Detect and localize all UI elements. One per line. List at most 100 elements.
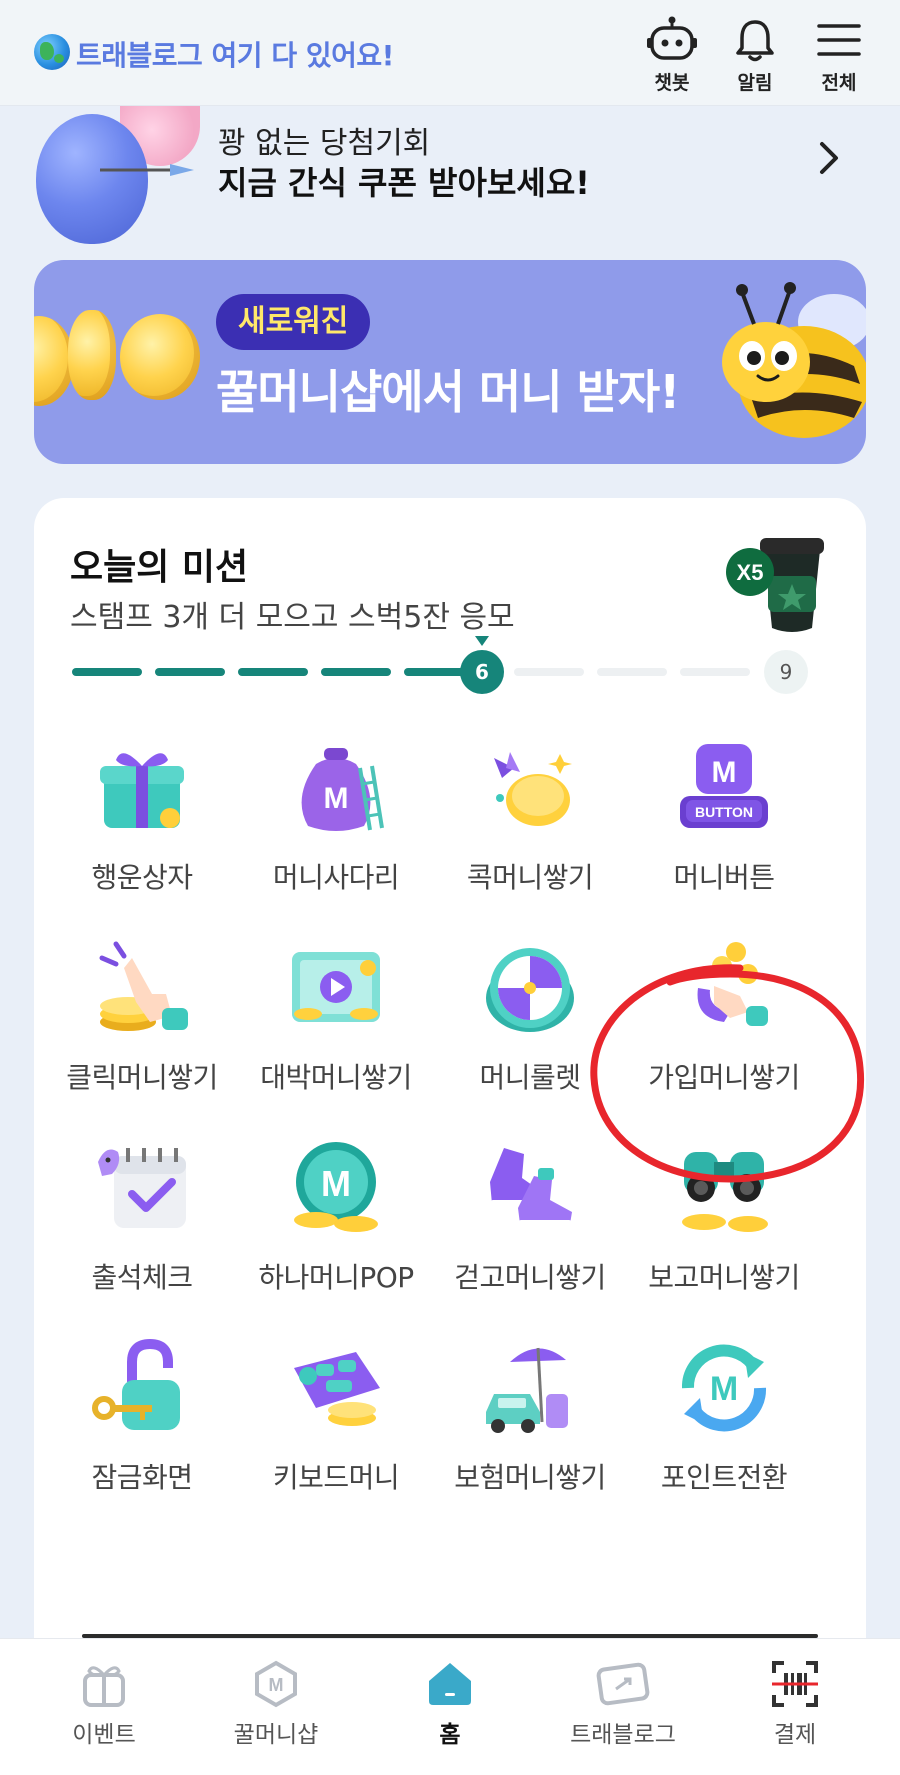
nav-payment-label: 결제	[773, 1722, 817, 1748]
honey-money-banner[interactable]: 새로워진 꿀머니샵에서 머니 받자!	[34, 260, 866, 464]
coin-poke-icon	[494, 752, 572, 826]
dart-icon	[100, 164, 194, 176]
nav-honey-money-shop[interactable]: M 꿀머니샵	[201, 1659, 351, 1749]
bee-mascot-icon	[722, 282, 866, 438]
nav-payment[interactable]: 결제	[720, 1659, 870, 1749]
video-coins-icon	[292, 952, 380, 1022]
mission-item-click-money[interactable]: 클릭머니쌓기	[45, 938, 239, 1128]
mission-item-label: 머니버튼	[673, 861, 775, 894]
mission-item-walk-money[interactable]: 걷고머니쌓기	[433, 1138, 627, 1328]
mission-item-label: 대박머니쌓기	[260, 1061, 412, 1094]
progress-segment-empty	[680, 668, 750, 676]
mission-item-signup-money[interactable]: 가입머니쌓기	[627, 938, 821, 1128]
nav-event-label: 이벤트	[72, 1722, 136, 1748]
mission-item-label: 콕머니쌓기	[466, 861, 594, 894]
mission-title: 오늘의 미션	[70, 547, 249, 588]
mission-subtitle: 스탬프 3개 더 모으고 스벅5잔 응모	[70, 600, 515, 635]
gift-icon	[83, 1666, 125, 1707]
mission-item-point-exchange[interactable]: M 포인트전환	[627, 1338, 821, 1528]
new-badge: 새로워진	[216, 294, 371, 350]
progress-segment-filled	[72, 668, 142, 676]
mission-item-money-roulette[interactable]: 머니룰렛	[433, 938, 627, 1128]
svg-text:M: M	[269, 1675, 284, 1695]
binoculars-icon	[682, 1152, 768, 1232]
mission-item-label: 걷고머니쌓기	[454, 1261, 606, 1294]
svg-text:M: M	[712, 756, 737, 789]
globe-icon	[34, 34, 70, 70]
sneakers-icon	[490, 1148, 572, 1228]
travel-card-icon	[596, 1662, 650, 1706]
bottom-navigation: 이벤트 M 꿀머니샵 홈 트래블로그 결제	[0, 1638, 900, 1775]
progress-segment-filled	[238, 668, 308, 676]
point-exchange-icon: M	[681, 1344, 767, 1432]
money-button-icon: M BUTTON	[680, 744, 768, 828]
keyboard-icon	[294, 1352, 380, 1426]
honey-banner-headline: 꿀머니샵에서 머니 받자!	[216, 365, 680, 419]
calendar-check-icon	[98, 1148, 186, 1228]
signup-coins-icon	[697, 942, 768, 1026]
barcode-scan-icon	[772, 1661, 818, 1707]
progress-current-node: 6	[460, 650, 504, 694]
roulette-icon	[486, 948, 574, 1032]
stamp-progress-bar: 6 9	[72, 636, 832, 698]
mission-item-keyboard-money[interactable]: 키보드머니	[239, 1338, 433, 1528]
mission-item-insurance-money[interactable]: 보험머니쌓기	[433, 1338, 627, 1528]
mission-item-label: 출석체크	[91, 1261, 193, 1294]
coin-icon	[120, 314, 200, 400]
bell-icon	[736, 20, 774, 62]
mission-item-label: 하나머니POP	[258, 1261, 414, 1294]
promo-line2: 지금 간식 쿠폰 받아보세요!	[218, 164, 590, 202]
mission-item-label: 보험머니쌓기	[454, 1461, 606, 1494]
mission-item-hana-money-pop[interactable]: M 하나머니POP	[239, 1138, 433, 1328]
nav-home-label: 홈	[439, 1722, 461, 1748]
svg-text:M: M	[321, 1163, 351, 1204]
money-bag-ladder-icon: M	[301, 748, 384, 831]
mission-item-label: 포인트전환	[660, 1461, 788, 1494]
mission-item-attendance[interactable]: 출석체크	[45, 1138, 239, 1328]
progress-goal-node: 9	[764, 650, 808, 694]
todays-mission-card: 오늘의 미션 스탬프 3개 더 모으고 스벅5잔 응모 X5 6 9 행운상자 …	[34, 498, 866, 1775]
balloon-icon	[36, 114, 148, 244]
mission-item-lucky-box[interactable]: 행운상자	[45, 738, 239, 928]
mission-item-jackpot-money[interactable]: 대박머니쌓기	[239, 938, 433, 1128]
nav-travelog[interactable]: 트래블로그	[548, 1659, 698, 1749]
mission-item-label: 행운상자	[91, 861, 193, 894]
svg-text:M: M	[710, 1370, 738, 1408]
click-hand-icon	[99, 941, 188, 1031]
mission-item-money-button[interactable]: M BUTTON 머니버튼	[627, 738, 821, 928]
notification-button[interactable]: 알림	[720, 16, 790, 95]
mission-item-label: 잠금화면	[91, 1461, 193, 1494]
chevron-right-icon	[820, 142, 838, 174]
coffee-cup-reward-icon: X5	[726, 538, 824, 632]
insurance-car-icon	[486, 1347, 568, 1433]
robot-icon	[647, 16, 697, 60]
chatbot-button[interactable]: 챗봇	[637, 16, 707, 95]
gift-box-icon	[100, 753, 184, 828]
top-bar: 트래블로그 여기 다 있어요! 챗봇 알림 전체	[0, 0, 900, 106]
progress-segment-empty	[514, 668, 584, 676]
coin-icon	[68, 310, 116, 400]
mission-item-label: 클릭머니쌓기	[66, 1061, 218, 1094]
mission-item-label: 키보드머니	[272, 1461, 400, 1494]
money-shop-icon: M	[255, 1660, 297, 1708]
nav-event[interactable]: 이벤트	[29, 1659, 179, 1749]
nav-travelog-label: 트래블로그	[570, 1722, 676, 1748]
menu-label: 전체	[821, 72, 857, 94]
menu-icon	[817, 24, 861, 56]
nav-honey-money-shop-label: 꿀머니샵	[233, 1722, 319, 1748]
svg-text:BUTTON: BUTTON	[695, 804, 753, 820]
mission-item-label: 머니룰렛	[479, 1061, 581, 1094]
nav-home[interactable]: 홈	[375, 1659, 525, 1749]
mission-item-money-ladder[interactable]: M 머니사다리	[239, 738, 433, 928]
header-slogan[interactable]: 트래블로그 여기 다 있어요!	[76, 34, 394, 74]
menu-button[interactable]: 전체	[804, 16, 874, 95]
mission-item-poke-money[interactable]: 콕머니쌓기	[433, 738, 627, 928]
notification-label: 알림	[737, 72, 773, 94]
mission-item-lock-screen[interactable]: 잠금화면	[45, 1338, 239, 1528]
progress-segment-filled	[155, 668, 225, 676]
current-stamp-marker	[475, 636, 489, 646]
snack-coupon-promo[interactable]: 꽝 없는 당첨기회 지금 간식 쿠폰 받아보세요!	[0, 106, 900, 254]
padlock-key-icon	[92, 1338, 180, 1430]
mission-item-watch-money[interactable]: 보고머니쌓기	[627, 1138, 821, 1328]
home-icon	[429, 1663, 471, 1705]
